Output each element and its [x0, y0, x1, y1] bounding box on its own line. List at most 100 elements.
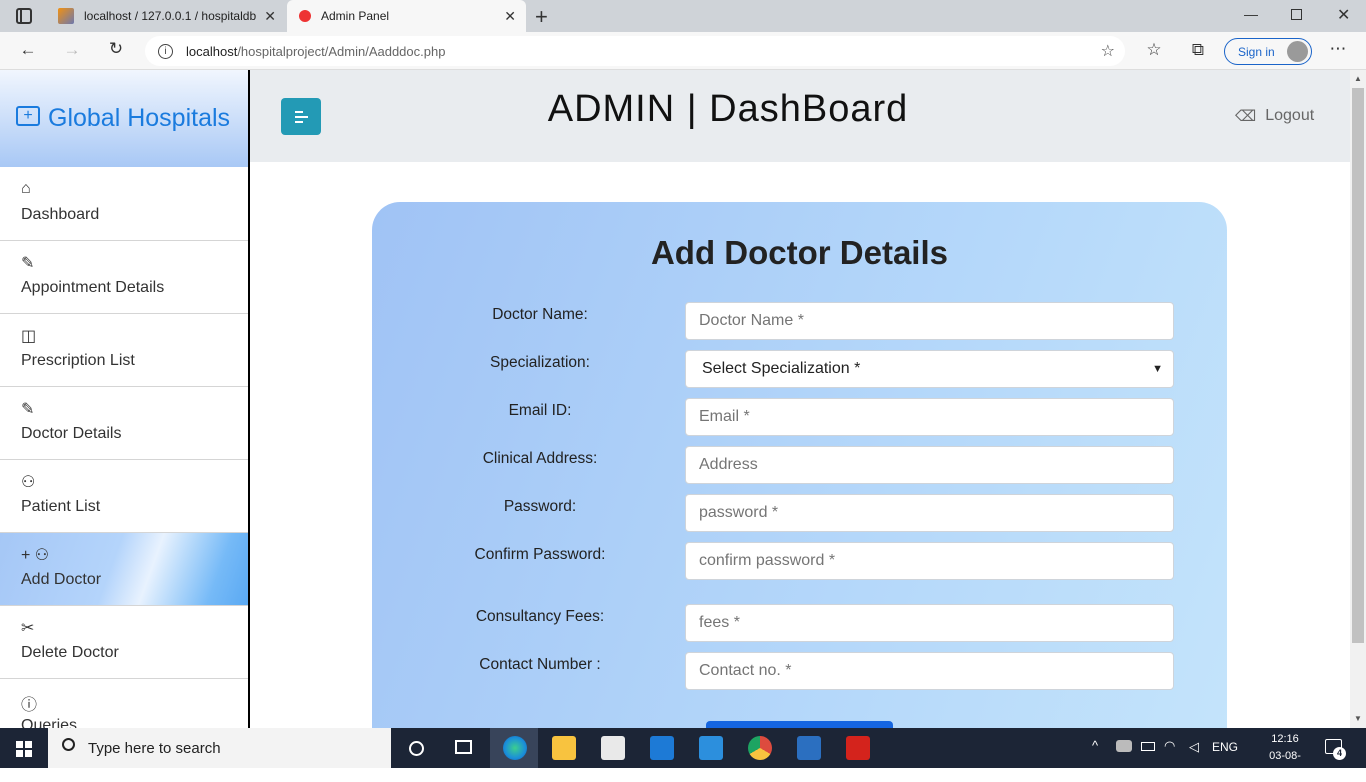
- phpmyadmin-icon: [58, 8, 74, 24]
- scroll-down-icon[interactable]: ▼: [1354, 714, 1362, 723]
- sidebar-item-label: Prescription List: [21, 352, 135, 369]
- vscode-icon[interactable]: [699, 736, 723, 760]
- doctor-name-input[interactable]: [685, 302, 1174, 340]
- favorites-icon[interactable]: ☆: [1142, 40, 1166, 60]
- sign-in-label: Sign in: [1238, 44, 1275, 59]
- close-window-icon[interactable]: ✕: [1337, 5, 1350, 25]
- scrollbar-thumb[interactable]: [1352, 88, 1364, 643]
- search-placeholder: Type here to search: [88, 739, 221, 757]
- sidebar-item-patient-list[interactable]: ⚇ Patient List: [0, 460, 248, 533]
- sidebar-item-dashboard[interactable]: ⌂ Dashboard: [0, 168, 248, 241]
- windows-start-icon[interactable]: [16, 741, 32, 757]
- chrome-icon[interactable]: [748, 736, 772, 760]
- store-icon[interactable]: [601, 736, 625, 760]
- sidebar-item-label: Queries: [21, 717, 78, 728]
- volume-icon[interactable]: ◁: [1189, 739, 1199, 755]
- mail-icon[interactable]: [650, 736, 674, 760]
- confirm-password-input[interactable]: [685, 542, 1174, 580]
- page-viewport: + Global Hospitals ⌂ Dashboard ✎ Appoint…: [0, 70, 1366, 728]
- fees-input[interactable]: [685, 604, 1174, 642]
- sidebar-item-label: Patient List: [21, 498, 101, 515]
- consultancy-fees-label: Consultancy Fees:: [475, 608, 605, 625]
- page-title: ADMIN | DashBoard: [547, 88, 909, 130]
- date: 03-08-2021: [1269, 750, 1301, 779]
- url-path: /hospitalproject/Admin/Aadddoc.php: [237, 43, 446, 59]
- forward-icon[interactable]: →: [60, 40, 84, 60]
- brand-name: Global Hospitals: [48, 104, 231, 132]
- tab-actions-icon[interactable]: [16, 8, 32, 24]
- taskbar-search[interactable]: Type here to search: [48, 728, 391, 768]
- scrollbar[interactable]: ▲ ▼: [1350, 70, 1366, 728]
- file-explorer-icon[interactable]: [552, 736, 576, 760]
- clinical-address-label: Clinical Address:: [482, 450, 598, 467]
- language-indicator[interactable]: ENG: [1212, 740, 1238, 754]
- url-host: localhost: [186, 43, 238, 59]
- password-input[interactable]: [685, 494, 1174, 532]
- close-icon[interactable]: ✕: [264, 8, 276, 25]
- photos-icon[interactable]: [797, 736, 821, 760]
- sidebar-item-label: Appointment Details: [21, 279, 165, 296]
- add-doctor-card: Add Doctor Details Doctor Name: Speciali…: [372, 202, 1227, 728]
- chevron-up-icon[interactable]: ^: [1092, 738, 1098, 753]
- network-error-icon[interactable]: [1116, 740, 1132, 752]
- logout-icon: ⌫: [1235, 108, 1257, 125]
- sidebar-item-label: Add Doctor: [21, 571, 102, 588]
- hospital-icon: +: [16, 105, 40, 126]
- contact-number-input[interactable]: [685, 652, 1174, 690]
- email-input[interactable]: [685, 398, 1174, 436]
- scissors-icon: ✂: [21, 620, 35, 637]
- user-icon: ⚇: [21, 474, 36, 491]
- back-icon[interactable]: ←: [16, 40, 40, 60]
- info-icon[interactable]: i: [158, 43, 173, 59]
- search-icon: [62, 738, 75, 751]
- time: 12:16: [1271, 733, 1299, 745]
- cortana-icon[interactable]: [409, 741, 424, 756]
- contact-number-label: Contact Number :: [479, 656, 601, 673]
- clock[interactable]: 12:16 03-08-2021: [1262, 731, 1308, 782]
- add-user-icon: + ⚇: [21, 547, 50, 564]
- submit-button[interactable]: [706, 721, 893, 728]
- sidebar-item-delete-doctor[interactable]: ✂ Delete Doctor: [0, 606, 248, 679]
- restore-icon[interactable]: [1291, 9, 1302, 20]
- address-bar[interactable]: i localhost/hospitalproject/Admin/Aadddo…: [145, 36, 1125, 66]
- sidebar-item-add-doctor[interactable]: + ⚇ Add Doctor: [0, 533, 248, 606]
- logout-link[interactable]: ⌫ Logout: [1235, 107, 1314, 125]
- sidebar-item-label: Delete Doctor: [21, 644, 119, 661]
- close-icon[interactable]: ✕: [504, 8, 516, 25]
- address-input[interactable]: [685, 446, 1174, 484]
- battery-icon[interactable]: [1141, 742, 1155, 751]
- avatar: [1287, 41, 1308, 62]
- sidebar-item-label: Doctor Details: [21, 425, 122, 442]
- sidebar-item-appointment-details[interactable]: ✎ Appointment Details: [0, 241, 248, 314]
- layout-icon: ◫: [21, 328, 37, 345]
- browser-tab-strip: localhost / 127.0.0.1 / hospitaldb ✕ Adm…: [0, 0, 1366, 32]
- edge-icon[interactable]: [503, 736, 527, 760]
- tab-phpmyadmin[interactable]: localhost / 127.0.0.1 / hospitaldb ✕: [48, 0, 286, 32]
- scroll-up-icon[interactable]: ▲: [1354, 74, 1362, 83]
- header: ADMIN | DashBoard ⌫ Logout: [250, 70, 1350, 162]
- more-options-icon[interactable]: ⋯: [1326, 39, 1350, 59]
- home-icon: ⌂: [21, 180, 31, 197]
- taskbar: Type here to search ^ ◠ ◁ ENG 12:16 03-0…: [0, 728, 1366, 779]
- brand[interactable]: + Global Hospitals: [0, 70, 248, 167]
- form-title: Add Doctor Details: [650, 234, 949, 271]
- logout-label: Logout: [1265, 107, 1315, 124]
- new-tab-icon[interactable]: +: [535, 4, 548, 30]
- sign-in-button[interactable]: Sign in: [1224, 38, 1312, 65]
- sidebar-item-label: Dashboard: [21, 206, 100, 223]
- browser-toolbar: ← → ↻ i localhost/hospitalproject/Admin/…: [0, 32, 1366, 70]
- tab-admin-panel[interactable]: Admin Panel ✕: [287, 0, 526, 32]
- confirm-password-label: Confirm Password:: [474, 546, 606, 563]
- refresh-icon[interactable]: ↻: [104, 39, 128, 59]
- notification-badge: 4: [1333, 747, 1346, 760]
- sidebar-item-prescription-list[interactable]: ◫ Prescription List: [0, 314, 248, 387]
- sidebar-item-doctor-details[interactable]: ✎ Doctor Details: [0, 387, 248, 460]
- add-favorite-icon[interactable]: ☆: [1101, 41, 1115, 61]
- acrobat-icon[interactable]: [846, 736, 870, 760]
- minimize-icon[interactable]: —: [1244, 6, 1258, 22]
- sidebar-item-queries[interactable]: ⓘ Queries: [0, 679, 248, 728]
- specialization-select[interactable]: Select Specialization * ▼: [685, 350, 1174, 388]
- task-view-icon[interactable]: [455, 740, 472, 754]
- collections-icon[interactable]: ⧉: [1186, 40, 1210, 60]
- wifi-icon[interactable]: ◠: [1164, 738, 1175, 754]
